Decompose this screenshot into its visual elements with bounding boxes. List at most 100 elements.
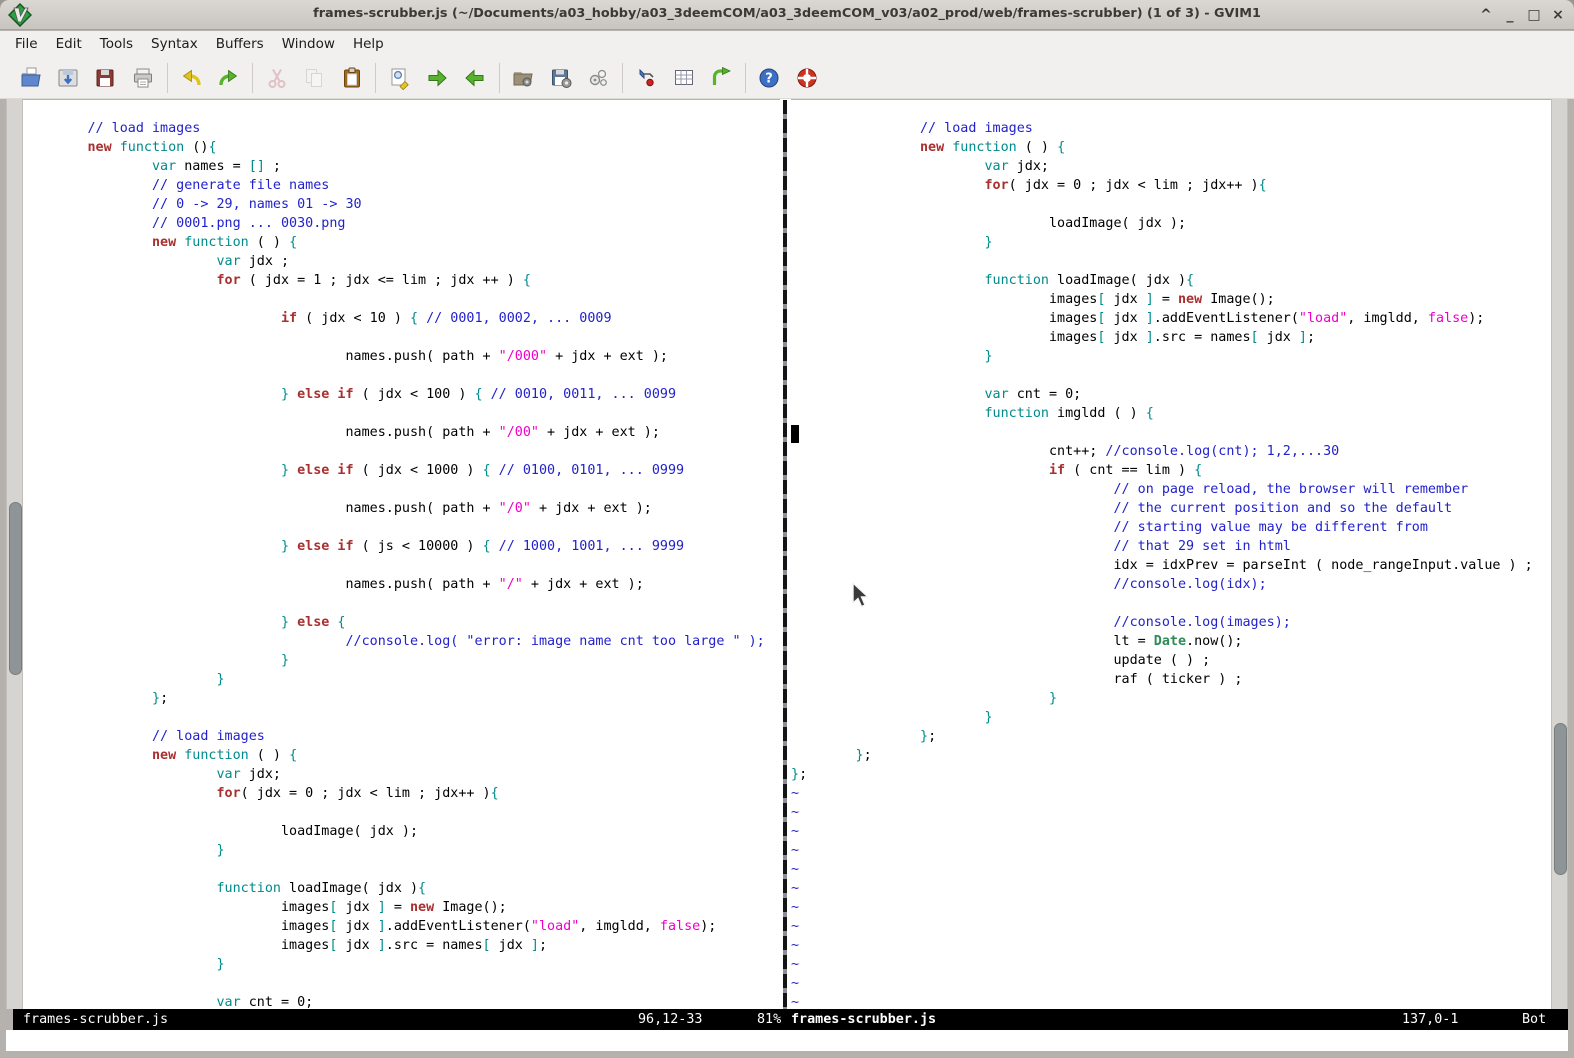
code-line[interactable]: }; [791, 765, 1551, 784]
toolbar-copy-button[interactable] [302, 66, 326, 90]
toolbar-print-button[interactable] [131, 66, 155, 90]
toolbar-find-replace-button[interactable] [388, 66, 412, 90]
code-line[interactable]: images[ jdx ].src = names[ jdx ]; [23, 936, 780, 955]
code-line[interactable]: }; [23, 689, 780, 708]
code-line[interactable]: ~ [791, 822, 1551, 841]
code-line[interactable] [23, 290, 780, 309]
code-pane-right[interactable]: // load images new function ( ) { var jd… [791, 100, 1551, 1009]
code-line[interactable]: // load images [23, 727, 780, 746]
code-line[interactable]: // that 29 set in html [791, 537, 1551, 556]
code-line[interactable]: ~ [791, 860, 1551, 879]
toolbar-find-prev-button[interactable] [463, 66, 487, 90]
right-scrollbar-track[interactable] [1551, 99, 1568, 1009]
code-line[interactable]: ~ [791, 974, 1551, 993]
code-line[interactable]: new function ( ) { [23, 746, 780, 765]
menu-file[interactable]: File [6, 33, 47, 55]
right-scrollbar-thumb[interactable] [1554, 723, 1567, 875]
menu-edit[interactable]: Edit [47, 33, 91, 55]
code-line[interactable]: loadImage( jdx ); [23, 822, 780, 841]
code-line[interactable] [23, 100, 780, 119]
code-line[interactable]: ~ [791, 841, 1551, 860]
code-line[interactable]: ~ [791, 955, 1551, 974]
code-line[interactable]: lt = Date.now(); [791, 632, 1551, 651]
code-line[interactable]: var names = [] ; [23, 157, 780, 176]
code-line[interactable]: var jdx ; [23, 252, 780, 271]
toolbar-find-next-button[interactable] [425, 66, 449, 90]
code-line[interactable]: for( jdx = 0 ; jdx < lim ; jdx++ ){ [791, 176, 1551, 195]
code-line[interactable] [791, 252, 1551, 271]
code-line[interactable]: ~ [791, 879, 1551, 898]
toolbar-run-ctags-button[interactable] [672, 66, 696, 90]
menu-syntax[interactable]: Syntax [142, 33, 207, 55]
code-line[interactable] [23, 860, 780, 879]
code-line[interactable]: // load images [791, 119, 1551, 138]
status-bar[interactable]: frames-scrubber.js 96,12-33 81% frames-s… [13, 1009, 1568, 1030]
code-line[interactable]: loadImage( jdx ); [791, 214, 1551, 233]
toolbar-save-all-button[interactable] [93, 66, 117, 90]
code-line[interactable]: images[ jdx ] = new Image(); [23, 898, 780, 917]
window-separator[interactable] [780, 99, 791, 1009]
maximize-button[interactable]: □ [1522, 4, 1546, 26]
code-line[interactable]: raf ( ticker ) ; [791, 670, 1551, 689]
code-line[interactable]: ~ [791, 936, 1551, 955]
toolbar-load-session-button[interactable] [511, 66, 535, 90]
code-line[interactable]: // the current position and so the defau… [791, 499, 1551, 518]
toolbar-save-button[interactable] [56, 66, 80, 90]
code-line[interactable]: update ( ) ; [791, 651, 1551, 670]
code-line[interactable] [791, 100, 1551, 119]
code-line[interactable]: } else { [23, 613, 780, 632]
shade-button[interactable]: ^ [1474, 4, 1498, 26]
code-line[interactable]: var cnt = 0; [791, 385, 1551, 404]
code-line[interactable]: // load images [23, 119, 780, 138]
titlebar[interactable]: frames-scrubber.js (~/Documents/a03_hobb… [0, 0, 1574, 30]
code-line[interactable] [791, 195, 1551, 214]
code-line[interactable] [23, 974, 780, 993]
left-scrollbar-track[interactable] [6, 99, 23, 1009]
code-line[interactable]: for ( jdx = 1 ; jdx <= lim ; jdx ++ ) { [23, 271, 780, 290]
code-line[interactable]: var jdx; [791, 157, 1551, 176]
code-line[interactable]: names.push( path + "/00" + jdx + ext ); [23, 423, 780, 442]
toolbar-save-session-button[interactable] [549, 66, 573, 90]
toolbar-help-button[interactable]: ? [757, 66, 781, 90]
code-line[interactable]: // 0 -> 29, names 01 -> 30 [23, 195, 780, 214]
code-line[interactable]: ~ [791, 993, 1551, 1009]
code-line[interactable]: new function (){ [23, 138, 780, 157]
menu-window[interactable]: Window [273, 33, 344, 55]
code-line[interactable]: ~ [791, 803, 1551, 822]
toolbar-make-button[interactable] [634, 66, 658, 90]
code-line[interactable]: } [23, 955, 780, 974]
code-line[interactable]: // 0001.png ... 0030.png [23, 214, 780, 233]
code-line[interactable]: var jdx; [23, 765, 780, 784]
code-line[interactable]: //console.log(idx); [791, 575, 1551, 594]
code-line[interactable] [23, 366, 780, 385]
code-line[interactable]: } [23, 651, 780, 670]
code-line[interactable]: }; [791, 727, 1551, 746]
code-line[interactable]: } else if ( jdx < 1000 ) { // 0100, 0101… [23, 461, 780, 480]
code-line[interactable] [23, 708, 780, 727]
toolbar-redo-button[interactable] [217, 66, 241, 90]
code-line[interactable]: function imgldd ( ) { [791, 404, 1551, 423]
menu-tools[interactable]: Tools [91, 33, 142, 55]
code-line[interactable]: } [791, 708, 1551, 727]
toolbar-undo-button[interactable] [179, 66, 203, 90]
toolbar-paste-button[interactable] [340, 66, 364, 90]
code-line[interactable] [23, 328, 780, 347]
code-line[interactable] [23, 803, 780, 822]
code-line[interactable]: } [791, 347, 1551, 366]
code-line[interactable] [23, 594, 780, 613]
code-line[interactable]: images[ jdx ].src = names[ jdx ]; [791, 328, 1551, 347]
code-line[interactable]: } [791, 233, 1551, 252]
code-line[interactable] [23, 556, 780, 575]
code-line[interactable]: new function ( ) { [791, 138, 1551, 157]
code-line[interactable]: images[ jdx ].addEventListener("load", i… [791, 309, 1551, 328]
code-line[interactable]: // on page reload, the browser will reme… [791, 480, 1551, 499]
menu-help[interactable]: Help [344, 33, 393, 55]
code-line[interactable]: } [23, 670, 780, 689]
code-line[interactable] [791, 423, 1551, 442]
code-line[interactable]: for( jdx = 0 ; jdx < lim ; jdx++ ){ [23, 784, 780, 803]
code-line[interactable]: function loadImage( jdx ){ [791, 271, 1551, 290]
code-line[interactable]: if ( jdx < 10 ) { // 0001, 0002, ... 000… [23, 309, 780, 328]
code-line[interactable]: } else if ( js < 10000 ) { // 1000, 1001… [23, 537, 780, 556]
code-line[interactable] [23, 404, 780, 423]
toolbar-find-help-button[interactable] [795, 66, 819, 90]
